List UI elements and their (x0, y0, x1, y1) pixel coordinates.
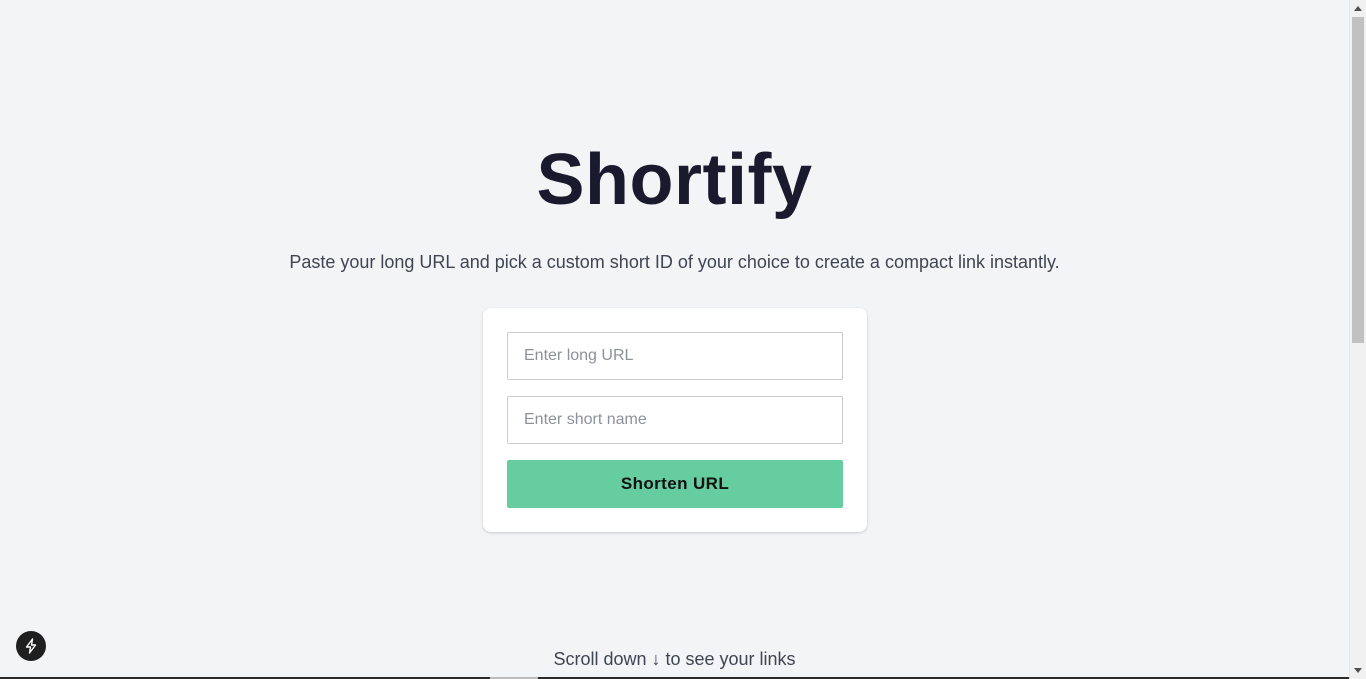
browser-viewport: Shortify Paste your long URL and pick a … (0, 0, 1366, 679)
scrollbar-thumb[interactable] (1352, 17, 1364, 343)
dev-tools-badge[interactable] (16, 631, 46, 661)
page-title: Shortify (536, 140, 813, 220)
shorten-form-card: Shorten URL (483, 308, 867, 532)
page-subtitle: Paste your long URL and pick a custom sh… (289, 252, 1060, 272)
long-url-input[interactable] (507, 332, 843, 380)
lightning-bolt-icon (25, 638, 37, 654)
page: Shortify Paste your long URL and pick a … (0, 0, 1349, 679)
scroll-down-arrow-icon[interactable] (1350, 662, 1366, 679)
vertical-scrollbar[interactable] (1349, 0, 1366, 679)
shorten-url-button[interactable]: Shorten URL (507, 460, 843, 508)
scroll-hint: Scroll down ↓ to see your links (553, 649, 796, 669)
scroll-up-arrow-icon[interactable] (1350, 0, 1366, 17)
short-name-input[interactable] (507, 396, 843, 444)
